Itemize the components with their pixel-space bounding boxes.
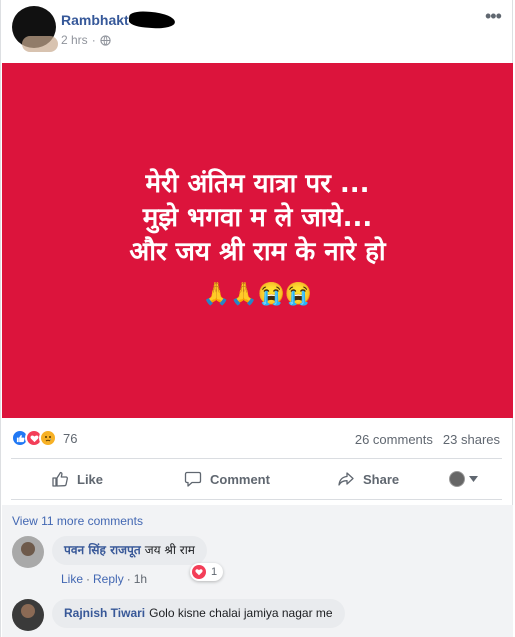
commenter-name[interactable]: पवन सिंह राजपूत bbox=[64, 543, 141, 557]
comment-bubble: पवन सिंह राजपूत जय श्री राम bbox=[52, 536, 207, 565]
feed-post: Rambhakt 2 hrs · ••• मेरी अंतिम यात्रा प… bbox=[0, 0, 513, 637]
comment-reaction-badge[interactable]: 1 bbox=[190, 563, 224, 581]
meta-separator: · bbox=[91, 33, 96, 47]
comment-reply-link[interactable]: Reply bbox=[93, 572, 124, 586]
redaction-mark bbox=[128, 10, 176, 30]
comment-meta: Like · Reply · 1h bbox=[61, 572, 147, 586]
share-button[interactable]: Share bbox=[337, 463, 427, 495]
commenter-avatar[interactable] bbox=[12, 536, 44, 568]
comment-icon bbox=[184, 471, 202, 487]
share-arrow-icon bbox=[338, 472, 354, 486]
post-time[interactable]: 2 hrs bbox=[61, 33, 88, 47]
globe-icon[interactable] bbox=[100, 34, 111, 46]
divider bbox=[11, 458, 502, 459]
comment-time[interactable]: 1h bbox=[134, 572, 147, 586]
author-name[interactable]: Rambhakt bbox=[61, 12, 129, 28]
commenter-avatar[interactable] bbox=[12, 599, 44, 631]
post-image[interactable]: मेरी अंतिम यात्रा पर ... मुझे भगवा म ले … bbox=[2, 63, 513, 418]
reaction-count: 76 bbox=[63, 430, 78, 446]
image-text-line: मुझे भगवा म ले जाये... bbox=[142, 203, 373, 233]
shares-count-link[interactable]: 23 shares bbox=[443, 432, 500, 447]
action-bar: Like Comment Share bbox=[11, 460, 502, 498]
image-text: मेरी अंतिम यात्रा पर ... मुझे भगवा म ले … bbox=[2, 167, 513, 269]
meta-separator: · bbox=[126, 572, 131, 586]
chevron-down-icon bbox=[469, 476, 478, 482]
image-emojis: 🙏🙏😭😭 bbox=[202, 281, 313, 306]
image-text-line: मेरी अंतिम यात्रा पर ... bbox=[145, 169, 370, 199]
love-reaction-icon bbox=[192, 565, 206, 579]
author-avatar[interactable] bbox=[12, 6, 58, 52]
commenter-name[interactable]: Rajnish Tiwari bbox=[64, 606, 145, 620]
share-label: Share bbox=[363, 471, 400, 487]
like-button[interactable]: Like bbox=[51, 463, 151, 495]
thumbs-up-icon bbox=[52, 471, 68, 487]
image-text-line: और जय श्री राम के नारे हो bbox=[129, 237, 386, 267]
comment-text: जय श्री राम bbox=[144, 543, 195, 557]
comments-section: View 11 more comments पवन सिंह राजपूत जय … bbox=[2, 505, 513, 637]
comment-like-link[interactable]: Like bbox=[61, 572, 83, 586]
view-more-comments-link[interactable]: View 11 more comments bbox=[12, 514, 143, 528]
divider bbox=[11, 499, 502, 500]
engagement-counts: 26 comments 23 shares bbox=[355, 432, 500, 447]
profile-avatar bbox=[449, 471, 465, 487]
comment-text: Golo kisne chalai jamiya nagar me bbox=[149, 606, 333, 620]
comment-button[interactable]: Comment bbox=[184, 463, 314, 495]
sad-reaction-icon bbox=[39, 429, 57, 447]
comment-bubble: Rajnish Tiwari Golo kisne chalai jamiya n… bbox=[52, 599, 345, 628]
comments-count-link[interactable]: 26 comments bbox=[355, 432, 433, 447]
comment-label: Comment bbox=[210, 471, 270, 487]
comment-reaction-count: 1 bbox=[211, 566, 218, 578]
reaction-audience-selector[interactable] bbox=[449, 463, 478, 495]
more-options-icon[interactable]: ••• bbox=[485, 7, 502, 25]
meta-separator: · bbox=[86, 572, 91, 586]
reaction-summary[interactable]: 76 bbox=[11, 429, 77, 447]
post-meta: 2 hrs · bbox=[61, 33, 111, 47]
like-label: Like bbox=[77, 471, 104, 487]
